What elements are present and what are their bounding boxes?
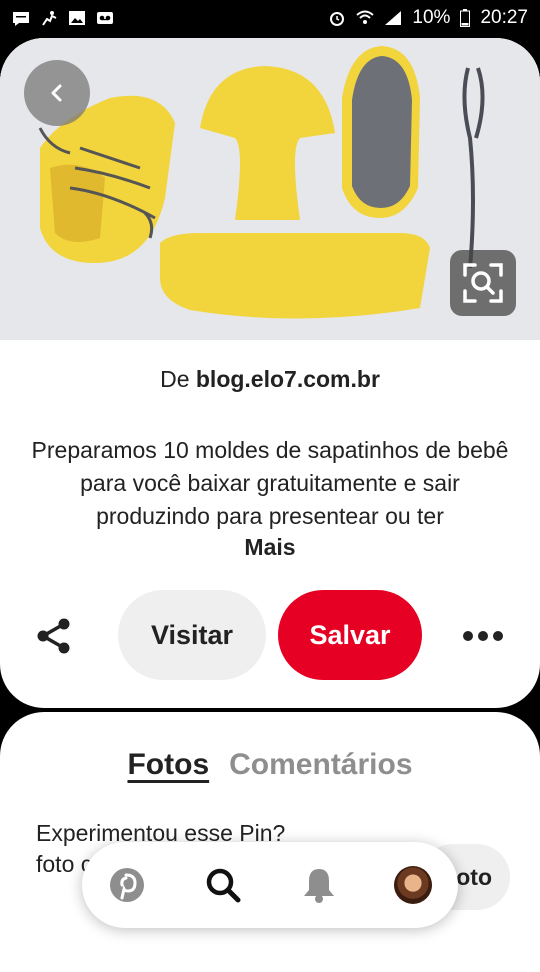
source-prefix: De bbox=[160, 366, 190, 392]
share-icon[interactable] bbox=[34, 616, 74, 656]
pin-source[interactable]: De blog.elo7.com.br bbox=[0, 366, 540, 393]
voicemail-icon bbox=[97, 12, 113, 24]
status-left-icons bbox=[12, 10, 114, 26]
signal-icon bbox=[385, 11, 402, 25]
visual-search-button[interactable] bbox=[450, 250, 516, 316]
clock: 20:27 bbox=[480, 7, 528, 28]
lens-icon bbox=[463, 263, 503, 303]
nav-home[interactable] bbox=[104, 862, 150, 908]
pin-card: De blog.elo7.com.br Preparamos 10 moldes… bbox=[0, 38, 540, 708]
status-right-icons: 10% 20:27 bbox=[328, 7, 528, 29]
battery-percent: 10% bbox=[412, 7, 451, 28]
back-button[interactable] bbox=[24, 60, 90, 126]
save-button[interactable]: Salvar bbox=[278, 590, 422, 680]
nav-notifications[interactable] bbox=[296, 862, 342, 908]
search-icon bbox=[206, 868, 241, 903]
bell-icon bbox=[304, 869, 334, 903]
chevron-left-icon bbox=[51, 84, 62, 102]
wifi-icon bbox=[356, 10, 375, 24]
pin-description: Preparamos 10 moldes de sapatinhos de be… bbox=[31, 437, 509, 529]
visit-button[interactable]: Visitar bbox=[118, 590, 266, 680]
runner-icon bbox=[42, 11, 57, 26]
tab-comments[interactable]: Comentários bbox=[229, 748, 412, 782]
pinterest-icon bbox=[110, 868, 144, 902]
nav-search[interactable] bbox=[200, 862, 246, 908]
status-bar: 10% 20:27 bbox=[0, 0, 540, 36]
pin-image[interactable] bbox=[0, 38, 540, 340]
alarm-icon bbox=[330, 12, 345, 26]
sheet-tabs: Fotos Comentários bbox=[0, 748, 540, 782]
battery-icon bbox=[460, 9, 471, 27]
image-icon bbox=[69, 11, 85, 25]
nav-profile[interactable] bbox=[390, 862, 436, 908]
avatar bbox=[394, 866, 432, 904]
source-domain[interactable]: blog.elo7.com.br bbox=[196, 366, 380, 392]
sms-icon bbox=[13, 12, 29, 26]
bottom-nav bbox=[82, 842, 458, 928]
more-options-icon[interactable] bbox=[462, 624, 504, 648]
more-link[interactable]: Mais bbox=[0, 534, 540, 561]
tab-photos[interactable]: Fotos bbox=[127, 748, 209, 782]
